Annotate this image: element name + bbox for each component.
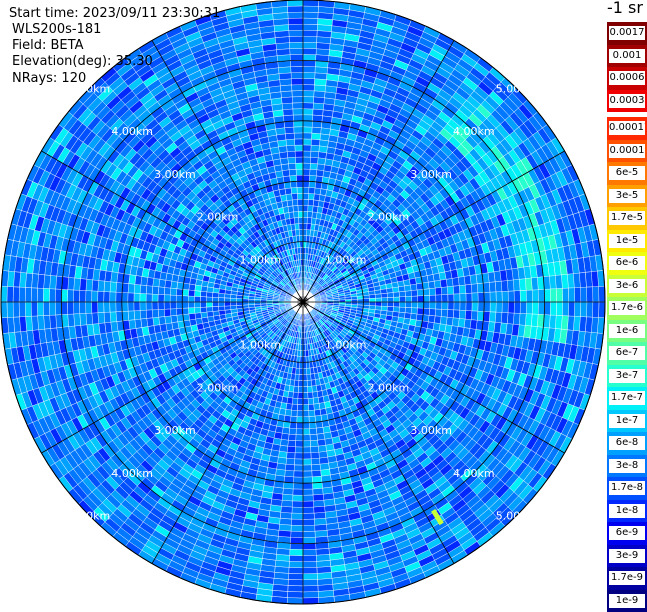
range-ring-label: 3.00km — [154, 424, 196, 437]
range-ring-label: 3.00km — [410, 168, 452, 181]
colorbar-tick-label: 6e-8 — [609, 436, 645, 450]
colorbar-tick-label: 6e-5 — [609, 166, 645, 180]
colorbar-unit-title: -1 sr — [607, 0, 643, 17]
range-ring-label: 1.00km — [240, 253, 282, 266]
colorbar-tick-label: 1e-9 — [609, 594, 645, 608]
elevation-label: Elevation(deg): 35.30 — [12, 54, 153, 70]
range-ring-label: 4.00km — [111, 125, 153, 138]
range-ring-label: 5.00km — [496, 82, 538, 95]
ppi-polar-plot: 1.00km 1.00km 1.00km 1.00km 2.00km 2.00km 2.00… — [0, 0, 607, 607]
start-time-label: Start time: 2023/09/11 23:30:31 — [9, 6, 220, 22]
range-ring-label: 1.00km — [325, 253, 367, 266]
colorbar-tick-label: 3e-8 — [609, 459, 645, 473]
colorbar-tick-label: 0.0001 — [609, 144, 645, 158]
colorbar-tick-label: 6e-7 — [609, 346, 645, 360]
colorbar-tick-label: 3e-9 — [609, 549, 645, 563]
colorbar-tick-label: 0.0003 — [609, 94, 645, 108]
colorbar-tick-label: 1e-7 — [609, 414, 645, 428]
range-ring-label: 2.00km — [368, 211, 410, 224]
colorbar-tick-label: 1e-8 — [609, 504, 645, 518]
range-ring-label: 5.00km — [496, 510, 538, 523]
range-ring-label: 2.00km — [197, 381, 239, 394]
colorbar-tick-label: 0.00017 — [609, 121, 645, 135]
colorbar-tick-label: 1e-5 — [609, 234, 645, 248]
colorbar-tick-label: 1.7e-7 — [609, 391, 645, 405]
range-ring-label: 1.00km — [240, 339, 282, 352]
range-ring-label: 5.00km — [69, 510, 111, 523]
range-ring-label: 2.00km — [368, 381, 410, 394]
colorbar-tick-label: 6e-6 — [609, 256, 645, 270]
range-ring-label: 2.00km — [197, 211, 239, 224]
colorbar-tick-label: 1.7e-8 — [609, 481, 645, 495]
colorbar-tick-label: 1e-6 — [609, 324, 645, 338]
nrays-label: NRays: 120 — [12, 71, 86, 87]
colorbar-tick-label: 6e-9 — [609, 526, 645, 540]
colorbar-tick-label: 1.7e-6 — [609, 301, 645, 315]
range-ring-label: 4.00km — [453, 467, 495, 480]
colorbar: 0.0017 0.001 0.0006 0.0003 0.00017 0.0001 6e-5… — [607, 22, 647, 607]
colorbar-tick-label: 1.7e-9 — [609, 571, 645, 585]
colorbar-tick-label: 0.0017 — [609, 26, 645, 40]
range-ring-label: 3.00km — [154, 168, 196, 181]
device-label: WLS200s-181 — [12, 22, 101, 38]
range-ring-label: 3.00km — [410, 424, 452, 437]
range-ring-label: 4.00km — [111, 467, 153, 480]
colorbar-tick-label: 3e-7 — [609, 369, 645, 383]
range-ring-label: 1.00km — [325, 339, 367, 352]
field-label: Field: BETA — [12, 38, 83, 54]
colorbar-tick-label: 0.0006 — [609, 71, 645, 85]
range-ring-label: 4.00km — [453, 125, 495, 138]
colorbar-tick-label: 3e-6 — [609, 279, 645, 293]
colorbar-tick-label: 1.7e-5 — [609, 211, 645, 225]
colorbar-tick-label: 0.001 — [609, 49, 645, 63]
colorbar-tick-label: 3e-5 — [609, 189, 645, 203]
